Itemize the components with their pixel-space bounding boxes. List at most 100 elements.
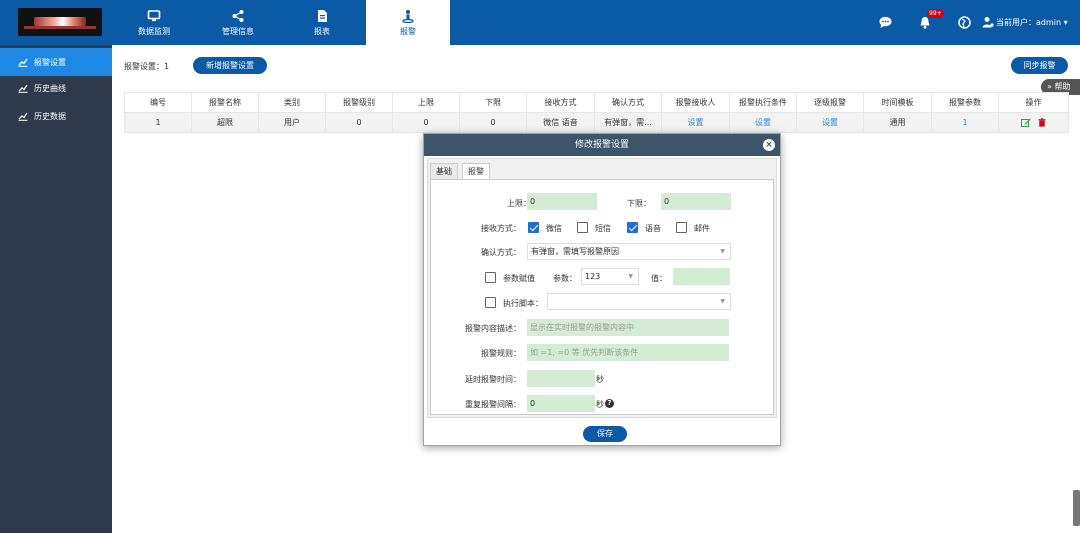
- edit-alarm-dialog: 修改报警设置 × 基础 报警 上限： 0 下限： 0 接收方式： 微信 短信 语…: [423, 133, 781, 446]
- param-select[interactable]: 123 ▼: [581, 268, 639, 285]
- column-header: 报警参数: [931, 92, 999, 113]
- cell-actions: [998, 112, 1069, 133]
- sync-alarm-button[interactable]: 同步报警: [1011, 57, 1068, 74]
- confirm-method-label: 确认方式：: [481, 248, 521, 257]
- add-alarm-setting-button[interactable]: 新增报警设置: [193, 57, 267, 74]
- table-row[interactable]: 1 超限 用户 0 0 0 微信 语音 有弹窗，需... 设置 设置 设置 通用…: [124, 112, 1069, 133]
- content-desc-label: 报警内容描述：: [465, 324, 521, 333]
- globe-icon[interactable]: [958, 16, 971, 29]
- column-header: 下限: [459, 92, 527, 113]
- save-button[interactable]: 保存: [583, 426, 627, 442]
- receive-sms-checkbox[interactable]: [577, 222, 588, 233]
- value-input[interactable]: [673, 268, 730, 285]
- trash-icon[interactable]: [1038, 118, 1046, 127]
- cell-lower-limit: 0: [459, 112, 527, 133]
- receive-wechat-checkbox[interactable]: [528, 222, 539, 233]
- column-header: 报警接收人: [661, 92, 730, 113]
- receive-voice-label: 语音: [645, 224, 661, 233]
- sidebar-item-label: 历史数据: [34, 112, 66, 121]
- nav-tab-label: 报警: [400, 27, 416, 36]
- dialog-title: 修改报警设置: [574, 140, 629, 150]
- lower-limit-input[interactable]: 0: [661, 193, 731, 210]
- alarm-settings-table: 编号 报警名称 类别 报警级别 上限 下限 接收方式 确认方式 报警接收人 报警…: [124, 92, 1069, 133]
- sidebar: 报警设置 历史曲线 历史数据: [0, 45, 112, 533]
- column-header: 逐级报警: [796, 92, 864, 113]
- repeat-interval-label: 重复报警间隔：: [465, 400, 521, 409]
- column-header: 时间模板: [863, 92, 932, 113]
- receive-email-checkbox[interactable]: [676, 222, 687, 233]
- cell-time-template: 通用: [863, 112, 932, 133]
- help-question-icon[interactable]: ?: [605, 399, 614, 408]
- param-assign-checkbox[interactable]: [485, 272, 496, 283]
- column-header: 报警执行条件: [729, 92, 797, 113]
- receive-method-label: 接收方式：: [481, 224, 521, 233]
- escalation-settings-link[interactable]: 设置: [796, 112, 864, 133]
- close-icon[interactable]: ×: [763, 139, 775, 151]
- exec-script-select[interactable]: ▼: [547, 293, 731, 310]
- receive-voice-checkbox[interactable]: [627, 222, 638, 233]
- sidebar-item-label: 报警设置: [34, 58, 66, 67]
- content-desc-input[interactable]: 显示在实时报警的报警内容中: [527, 319, 729, 336]
- param-label: 参数：: [553, 274, 577, 283]
- user-icon: [982, 17, 994, 28]
- confirm-method-select[interactable]: 有弹窗，需填写报警原因 ▼: [527, 243, 731, 260]
- cell-receive-method: 微信 语音: [526, 112, 595, 133]
- sidebar-item-history-data[interactable]: 历史数据: [0, 102, 112, 130]
- delay-time-input[interactable]: [527, 370, 595, 387]
- nav-tab-reports[interactable]: 报表: [280, 0, 364, 45]
- cell-id: 1: [124, 112, 192, 133]
- column-header: 确认方式: [594, 92, 662, 113]
- cell-alarm-name: 超限: [191, 112, 259, 133]
- tab-alarm[interactable]: 报警: [462, 163, 490, 179]
- nav-tab-label: 管理信息: [222, 27, 254, 36]
- nav-tab-label: 数据监测: [138, 27, 170, 36]
- receive-sms-label: 短信: [595, 224, 611, 233]
- chat-icon[interactable]: [879, 16, 892, 28]
- receive-email-label: 邮件: [694, 224, 710, 233]
- delay-time-label: 延时报警时间：: [465, 375, 521, 384]
- cell-alarm-level: 0: [325, 112, 393, 133]
- param-value: 123: [585, 272, 601, 281]
- upper-limit-label: 上限：: [507, 199, 531, 208]
- nav-tab-label: 报表: [314, 27, 330, 36]
- alarm-condition-settings-link[interactable]: 设置: [729, 112, 797, 133]
- sidebar-item-history-curve[interactable]: 历史曲线: [0, 74, 112, 102]
- chevron-down-icon: ▼: [720, 298, 725, 305]
- nav-tab-data-monitor[interactable]: 数据监测: [112, 0, 196, 45]
- notification-badge: 99+: [927, 9, 944, 18]
- alarm-params-link[interactable]: 1: [931, 112, 999, 133]
- upper-limit-input[interactable]: 0: [527, 193, 597, 210]
- table-header-row: 编号 报警名称 类别 报警级别 上限 下限 接收方式 确认方式 报警接收人 报警…: [124, 92, 1069, 113]
- alarm-recipient-settings-link[interactable]: 设置: [661, 112, 730, 133]
- edit-icon[interactable]: [1021, 118, 1032, 127]
- current-user-menu[interactable]: 当前用户：admin ▾: [996, 17, 1068, 28]
- chart-line-icon: [18, 58, 28, 67]
- alarm-tab-pane: 上限： 0 下限： 0 接收方式： 微信 短信 语音 邮件 确认方式： 有弹窗，…: [430, 179, 774, 415]
- page-scrollbar[interactable]: [1073, 490, 1080, 526]
- nav-tab-alarm[interactable]: 报警: [366, 0, 450, 45]
- column-header: 报警级别: [325, 92, 393, 113]
- column-header: 类别: [258, 92, 326, 113]
- bell-icon[interactable]: [919, 16, 931, 29]
- cell-category: 用户: [258, 112, 326, 133]
- column-header: 编号: [124, 92, 192, 113]
- logo: [18, 8, 102, 36]
- monitor-icon: [147, 10, 161, 22]
- sidebar-item-alarm-settings[interactable]: 报警设置: [0, 48, 112, 76]
- dialog-header: 修改报警设置 ×: [424, 134, 780, 156]
- tab-basic[interactable]: 基础: [430, 163, 458, 179]
- receive-wechat-label: 微信: [546, 224, 562, 233]
- param-assign-label: 参数赋值: [503, 274, 535, 283]
- share-icon: [232, 10, 244, 22]
- column-header: 操作: [998, 92, 1069, 113]
- repeat-interval-input[interactable]: 0: [527, 395, 595, 412]
- alarm-settings-count: 报警设置：1: [124, 62, 170, 71]
- cell-upper-limit: 0: [392, 112, 460, 133]
- alarm-rule-input[interactable]: 如 =1, =0 等 优先判断该条件: [527, 344, 729, 361]
- delay-unit: 秒: [596, 375, 604, 384]
- exec-script-checkbox[interactable]: [485, 297, 496, 308]
- nav-tab-management-info[interactable]: 管理信息: [196, 0, 280, 45]
- chevron-down-icon: ▼: [720, 248, 725, 255]
- help-label: 帮助: [1054, 82, 1071, 91]
- exec-script-label: 执行脚本：: [503, 299, 543, 308]
